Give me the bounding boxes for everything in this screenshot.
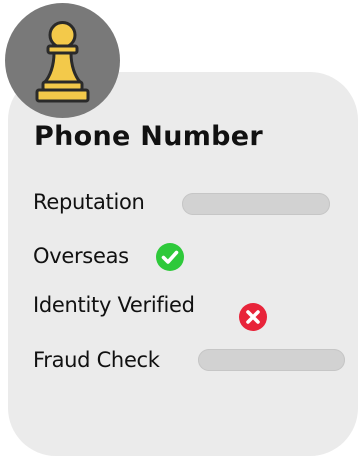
avatar bbox=[5, 3, 120, 118]
phone-number-card-widget: Phone Number Reputation Overseas Identit… bbox=[0, 0, 358, 456]
row-overseas: Overseas bbox=[33, 242, 129, 270]
chess-pawn-icon bbox=[35, 21, 90, 103]
row-identity-verified: Identity Verified bbox=[33, 291, 195, 319]
row-fraud-check: Fraud Check bbox=[33, 346, 160, 374]
reputation-loading-placeholder bbox=[182, 193, 330, 215]
row-reputation: Reputation bbox=[33, 188, 145, 216]
row-label-identity-verified: Identity Verified bbox=[33, 293, 195, 317]
row-label-overseas: Overseas bbox=[33, 244, 129, 268]
row-label-fraud-check: Fraud Check bbox=[33, 348, 160, 372]
check-icon bbox=[156, 243, 184, 271]
cross-icon bbox=[239, 303, 267, 331]
fraud-check-loading-placeholder bbox=[198, 349, 345, 371]
row-label-reputation: Reputation bbox=[33, 190, 145, 214]
card-title: Phone Number bbox=[34, 121, 263, 152]
